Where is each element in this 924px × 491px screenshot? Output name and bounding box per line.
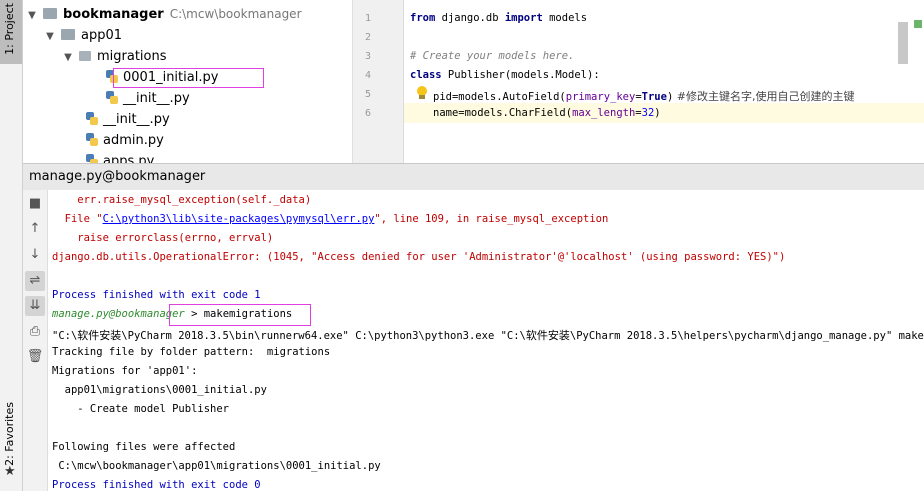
project-path: C:\mcw\bookmanager [169, 7, 302, 21]
console-line: Process finished with exit code 1 [52, 289, 261, 301]
tree-item-label: bookmanager [63, 7, 164, 22]
code-line-5: pid=models.AutoField(primary_key=True) #… [433, 88, 854, 104]
folder-icon [43, 8, 57, 19]
console-line: Following files were affected [52, 441, 236, 453]
console-line: "C:\软件安装\PyCharm 2018.3.5\bin\runnerw64.… [52, 327, 924, 343]
python-file-icon [86, 154, 98, 163]
keyword: class [410, 69, 442, 81]
python-file-icon [86, 112, 98, 125]
soft-wrap-icon[interactable]: ⇌ [25, 271, 45, 291]
console-line: - Create model Publisher [52, 403, 230, 415]
console-line: raise errorclass(errno, errval) [52, 232, 274, 244]
tree-item-migrations-init[interactable]: __init__.py [106, 88, 190, 109]
stop-icon[interactable]: ■ [25, 194, 45, 214]
print-icon[interactable]: ⎙ [25, 322, 45, 342]
line-number: 3 [364, 51, 371, 62]
lightbulb-icon[interactable] [416, 86, 428, 100]
code-text: ) [654, 107, 661, 119]
code-line-4: class Publisher(models.Model): [410, 69, 600, 81]
chevron-down-icon[interactable]: ▼ [43, 26, 57, 47]
code-text: django.db [435, 12, 505, 24]
line-number: 4 [364, 70, 371, 81]
line-number: 6 [364, 108, 371, 119]
code-line-3: # Create your models here. [410, 50, 574, 62]
highlight-box [169, 304, 311, 326]
code-comment: #修改主键名字,使用自己创建的主键 [673, 90, 855, 103]
arrow-down-icon[interactable]: ↓ [25, 245, 45, 265]
code-text: pid=models.AutoField( [433, 91, 566, 103]
editor-gutter [353, 0, 404, 163]
tree-item-label: admin.py [103, 133, 164, 148]
keyword: True [641, 91, 667, 103]
code-text: Publisher(models.Model): [441, 69, 600, 81]
tree-item-label: __init__.py [123, 91, 190, 106]
code-text: name=models.CharField( [433, 107, 573, 119]
run-toolbar: ■ ↑ ↓ ⇌ ⇊ ⎙ 🗑 [23, 190, 48, 491]
python-file-icon [106, 91, 118, 104]
favorites-tool-tab[interactable]: 2: Favorites ★ [0, 398, 22, 490]
console-line: Migrations for 'app01': [52, 365, 198, 377]
console-text: 软件安装 [525, 329, 570, 342]
tree-item-label: __init__.py [103, 112, 170, 127]
code-line-1: from django.db import models [410, 12, 587, 24]
highlight-box [113, 68, 264, 88]
python-file-icon [86, 133, 98, 146]
console-line: File "C:\python3\lib\site-packages\pymys… [52, 213, 609, 225]
project-tool-tab[interactable]: 1: Project [0, 0, 22, 64]
inspection-ok-icon[interactable] [914, 20, 922, 28]
chevron-down-icon[interactable]: ▼ [61, 47, 75, 68]
folder-icon [79, 51, 91, 61]
run-panel-header: manage.py@bookmanager [23, 163, 924, 191]
tree-item-label: apps.py [103, 154, 155, 163]
tree-item-admin[interactable]: admin.py [86, 130, 164, 151]
console-line: Tracking file by folder pattern: migrati… [52, 346, 331, 358]
tree-item-apps[interactable]: apps.py [86, 151, 154, 163]
console-text: File " [52, 213, 103, 225]
arrow-up-icon[interactable]: ↑ [25, 219, 45, 239]
keyword: import [504, 12, 543, 24]
run-console[interactable]: err.raise_mysql_exception(self._data) Fi… [48, 190, 924, 491]
tree-item-label: migrations [97, 49, 167, 64]
console-text: "C:\ [52, 330, 78, 342]
console-line: Process finished with exit code 0 [52, 479, 261, 491]
console-text: \PyCharm 2018.3.5\helpers\pycharm\django… [569, 330, 924, 342]
favorites-tab-label: 2: Favorites [3, 402, 16, 466]
console-line: C:\mcw\bookmanager\app01\migrations\0001… [52, 460, 381, 472]
code-kwarg: primary_key [565, 91, 636, 103]
line-number: 1 [364, 13, 371, 24]
file-link[interactable]: C:\python3\lib\site-packages\pymysql\err… [103, 213, 375, 225]
console-line: django.db.utils.OperationalError: (1045,… [52, 251, 786, 263]
code-kwarg: max_length [572, 107, 636, 119]
console-text: 软件安装 [77, 329, 122, 342]
code-number: 32 [641, 107, 655, 119]
tree-item-bookmanager[interactable]: ▼ bookmanager C:\mcw\bookmanager [25, 4, 302, 26]
project-tab-label: 1: Project [3, 3, 16, 55]
code-comment: # Create your models here. [410, 50, 575, 62]
scroll-to-end-icon[interactable]: ⇊ [25, 296, 45, 316]
tree-item-migrations[interactable]: ▼ migrations [61, 46, 167, 68]
line-number: 5 [364, 89, 371, 100]
star-icon: ★ [4, 464, 16, 479]
console-text: \PyCharm 2018.3.5\bin\runnerw64.exe" C:\… [121, 330, 526, 342]
tree-item-app01[interactable]: ▼ app01 [43, 25, 122, 46]
line-number: 2 [364, 32, 371, 43]
code-editor[interactable]: 1 2 3 4 5 6 from django.db import models… [353, 0, 924, 163]
console-text: ", line 109, in raise_mysql_exception [374, 213, 609, 225]
folder-icon [61, 29, 75, 40]
tree-item-app-init[interactable]: __init__.py [86, 109, 170, 130]
console-line: app01\migrations\0001_initial.py [52, 384, 267, 396]
console-prompt: manage.py@bookmanager [52, 308, 185, 320]
trash-icon[interactable]: 🗑 [25, 347, 45, 367]
editor-scrollbar[interactable] [898, 22, 908, 64]
project-tree: ▼ bookmanager C:\mcw\bookmanager ▼ app01 ▼ m… [23, 0, 353, 163]
chevron-down-icon[interactable]: ▼ [25, 5, 39, 26]
keyword: from [410, 12, 436, 24]
code-line-6: name=models.CharField(max_length=32) [433, 107, 661, 119]
code-text: models [542, 12, 588, 24]
run-tab-title[interactable]: manage.py@bookmanager [29, 169, 205, 184]
console-line: err.raise_mysql_exception(self._data) [52, 194, 312, 206]
tree-item-label: app01 [81, 28, 123, 43]
